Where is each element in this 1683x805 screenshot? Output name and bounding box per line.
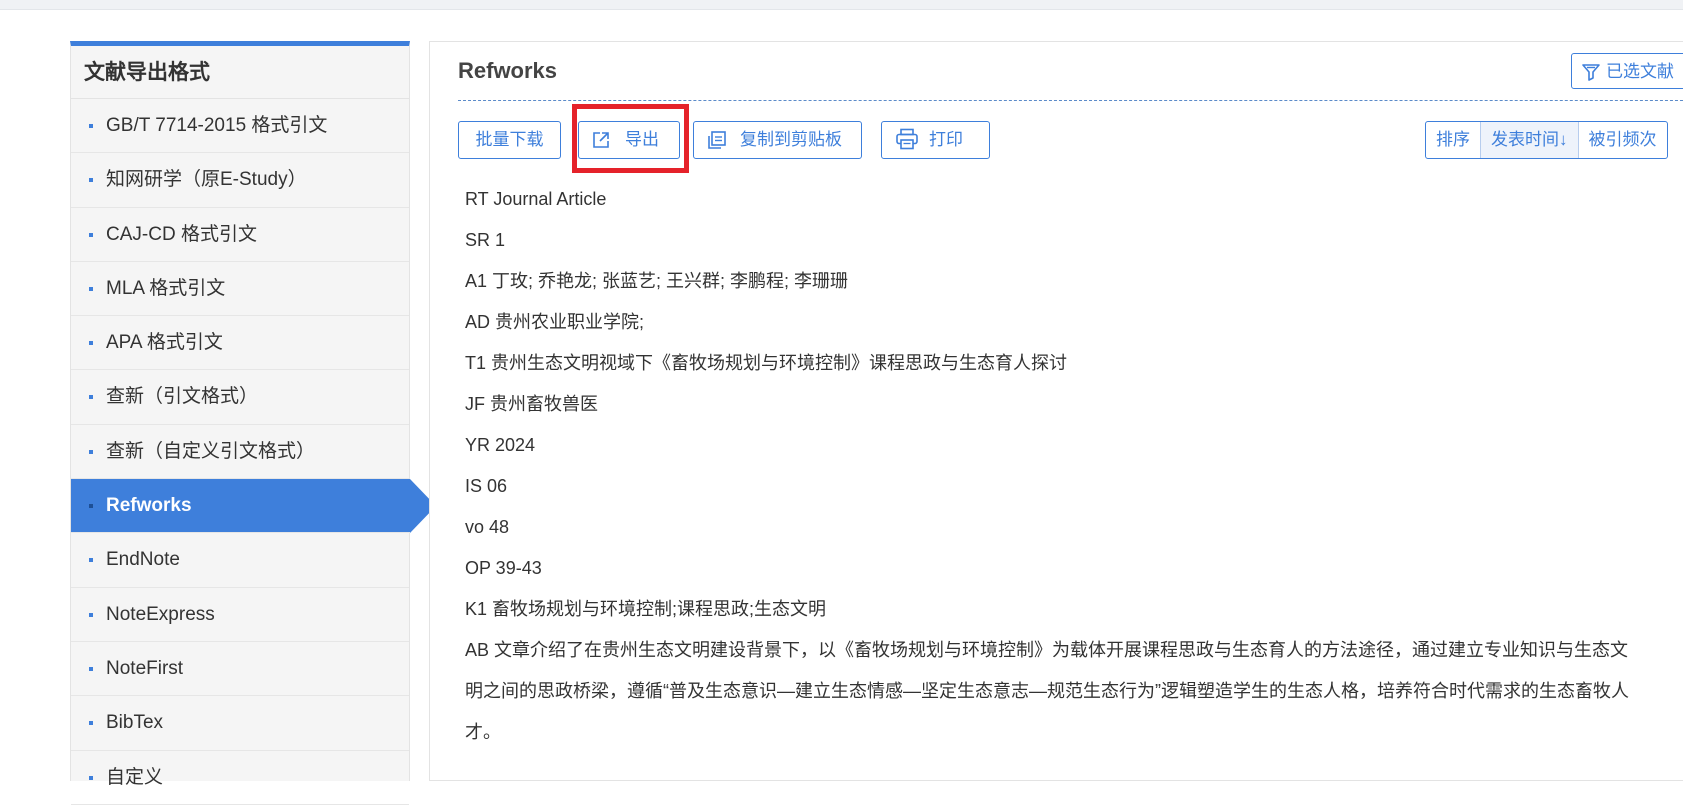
sidebar-item-label: APA 格式引文: [106, 332, 223, 354]
record-line: A1 丁玫; 乔艳龙; 张蓝艺; 王兴群; 李鹏程; 李珊珊: [465, 271, 849, 291]
export-label: 导出: [625, 130, 659, 149]
selected-docs-label: 已选文献: [1606, 62, 1674, 81]
record-line: vo 48: [465, 517, 510, 537]
record-line: T1 贵州生态文明视域下《畜牧场规划与环境控制》课程思政与生态育人探讨: [465, 353, 1068, 373]
sort-label: 排序: [1436, 130, 1470, 149]
bullet-icon: [89, 286, 93, 291]
sidebar-item-apa[interactable]: APA 格式引文: [71, 316, 409, 371]
sidebar-item-label: 知网研学（原E-Study）: [106, 169, 307, 191]
record-abstract: AB 文章介绍了在贵州生态文明建设背景下，以《畜牧场规划与环境控制》为载体开展课…: [465, 640, 1629, 742]
copy-clipboard-button[interactable]: 复制到剪贴板: [693, 121, 862, 159]
sidebar-item-refworks[interactable]: Refworks: [71, 479, 436, 534]
sort-cited-label: 被引频次: [1588, 130, 1657, 149]
copy-clipboard-label: 复制到剪贴板: [740, 130, 842, 149]
record-line: SR 1: [465, 230, 506, 250]
sidebar-item-chaxin-custom[interactable]: 查新（自定义引文格式）: [71, 425, 409, 480]
sidebar-item-gbt7714[interactable]: GB/T 7714-2015 格式引文: [71, 99, 409, 154]
bullet-icon: [89, 666, 93, 671]
printer-icon: [896, 128, 918, 150]
sidebar-title: 文献导出格式: [71, 46, 409, 99]
page-title: Refworks: [458, 58, 558, 83]
copy-icon: [708, 131, 726, 149]
record-line: AD 贵州农业职业学院;: [465, 312, 645, 332]
sidebar-item-label: NoteExpress: [106, 603, 215, 625]
bullet-icon: [89, 721, 93, 726]
bullet-icon: [89, 124, 93, 128]
bullet-icon: [89, 449, 93, 454]
export-icon: [593, 132, 609, 148]
bullet-icon: [89, 341, 93, 346]
sidebar-item-label: 自定义: [106, 766, 164, 788]
sidebar-item-label: BibTex: [106, 712, 164, 734]
selected-docs-button[interactable]: 已选文献: [1571, 53, 1683, 89]
sidebar-item-endnote[interactable]: EndNote: [71, 533, 409, 588]
bullet-icon: [89, 504, 93, 509]
sidebar-item-label: Refworks: [106, 495, 192, 517]
sidebar-item-chaxin[interactable]: 查新（引文格式）: [71, 370, 409, 425]
top-bar: [0, 0, 1683, 10]
arrow-down-icon: ↓: [1559, 130, 1568, 149]
title-divider: [458, 100, 1683, 101]
sidebar-item-bibtex[interactable]: BibTex: [71, 696, 409, 751]
batch-download-button[interactable]: 批量下载: [458, 121, 561, 159]
bullet-icon: [89, 612, 93, 617]
sidebar-item-notefirst[interactable]: NoteFirst: [71, 642, 409, 697]
sidebar-item-mla[interactable]: MLA 格式引文: [71, 262, 409, 317]
record-line: RT Journal Article: [465, 189, 607, 209]
export-button[interactable]: 导出: [578, 121, 680, 159]
bullet-icon: [89, 232, 93, 237]
record-line: OP 39-43: [465, 558, 542, 578]
sidebar-item-label: 查新（自定义引文格式）: [106, 440, 316, 462]
sidebar-item-noteexpress[interactable]: NoteExpress: [71, 588, 409, 642]
export-format-sidebar: 文献导出格式 GB/T 7714-2015 格式引文 知网研学（原E-Study…: [70, 41, 436, 805]
sort-by-pub-time[interactable]: 发表时间↓: [1480, 122, 1578, 158]
sidebar-item-cajcd[interactable]: CAJ-CD 格式引文: [71, 208, 409, 262]
sidebar-item-label: NoteFirst: [106, 657, 184, 679]
sort-pub-time-label: 发表时间: [1491, 130, 1559, 149]
batch-download-label: 批量下载: [475, 130, 544, 149]
sort-by-cited[interactable]: 被引频次: [1577, 122, 1667, 158]
record-line: IS 06: [465, 476, 508, 496]
sidebar-item-estudy[interactable]: 知网研学（原E-Study）: [71, 153, 409, 208]
sidebar-item-label: 查新（引文格式）: [106, 386, 259, 408]
bullet-icon: [89, 178, 93, 183]
record-line: YR 2024: [465, 435, 536, 455]
sort-controls: 排序 发表时间↓ 被引频次: [1425, 121, 1668, 159]
export-preview-panel: Refworks 已选文献 批量下载 导出 复制到剪贴板 打印 排序 发表时间↓…: [429, 41, 1683, 781]
record-line: JF 贵州畜牧兽医: [465, 394, 598, 414]
print-button[interactable]: 打印: [881, 121, 990, 159]
filter-icon: [1582, 64, 1600, 81]
sidebar-item-label: CAJ-CD 格式引文: [106, 223, 257, 245]
print-label: 打印: [929, 130, 963, 149]
bullet-icon: [89, 558, 93, 563]
sidebar-item-label: EndNote: [106, 549, 180, 571]
bullet-icon: [89, 395, 93, 400]
sidebar-item-label: GB/T 7714-2015 格式引文: [106, 115, 328, 136]
refworks-record: RT Journal Article SR 1 A1 丁玫; 乔艳龙; 张蓝艺;…: [465, 179, 1683, 753]
sidebar-item-label: MLA 格式引文: [106, 277, 226, 299]
record-line: K1 畜牧场规划与环境控制;课程思政;生态文明: [465, 599, 827, 619]
